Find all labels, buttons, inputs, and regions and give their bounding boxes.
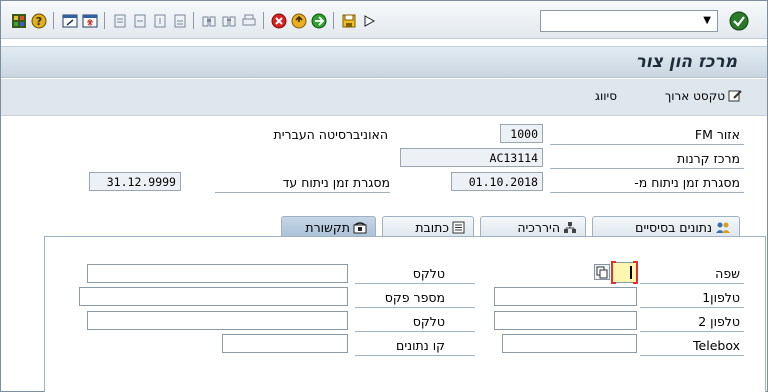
fm-area-text: האוניברסיטה העברית bbox=[273, 127, 388, 142]
telebox-label: Telebox bbox=[693, 338, 740, 353]
toolbar-separator bbox=[193, 12, 194, 29]
execute-icon[interactable] bbox=[360, 12, 377, 29]
back-icon[interactable] bbox=[310, 12, 327, 29]
classification-button[interactable]: סיווג bbox=[595, 89, 617, 103]
first-page-icon[interactable] bbox=[111, 12, 128, 29]
label-underline bbox=[640, 355, 744, 356]
people-icon bbox=[716, 222, 730, 233]
tab-hierarchy-label: היררכיה bbox=[517, 220, 560, 235]
label-underline bbox=[355, 331, 475, 332]
find-icon[interactable] bbox=[200, 12, 217, 29]
data-line-label: קו נתונים bbox=[396, 338, 445, 353]
validity-from-field[interactable]: 01.10.2018 bbox=[451, 172, 543, 191]
tab-communication-label: תקשורת bbox=[305, 220, 350, 235]
find-next-icon[interactable] bbox=[220, 12, 237, 29]
fax-label: מספר פקס bbox=[384, 290, 445, 305]
label-underline bbox=[640, 307, 744, 308]
copy-icon[interactable] bbox=[594, 264, 610, 280]
fax-field[interactable] bbox=[79, 287, 348, 306]
create-session-icon[interactable] bbox=[61, 12, 78, 29]
long-text-label: טקסט ארוך bbox=[664, 89, 725, 103]
telephone2-label: טלפון 2 bbox=[698, 314, 740, 329]
exit-icon[interactable] bbox=[290, 12, 307, 29]
title-bar: מרכז הון צור bbox=[1, 46, 767, 78]
application-toolbar: טקסט ארוך סיווג bbox=[1, 79, 767, 116]
tab-basic-data-label: נתונים בסיסיים bbox=[635, 220, 712, 235]
fm-area-field[interactable]: 1000 bbox=[500, 124, 543, 143]
data-line-field[interactable] bbox=[222, 334, 348, 353]
toolbar-separator bbox=[263, 12, 264, 29]
toolbar-separator bbox=[53, 12, 54, 29]
focus-marker bbox=[633, 261, 638, 284]
tab-communication[interactable]: תקשורת bbox=[281, 216, 376, 238]
language-field[interactable] bbox=[611, 261, 638, 284]
toolbar-separator bbox=[104, 12, 105, 29]
telebox-field[interactable] bbox=[502, 334, 637, 353]
telephone1-label: טלפון1 bbox=[702, 290, 740, 305]
fund-center-field[interactable]: AC13114 bbox=[400, 148, 543, 167]
focus-marker bbox=[611, 261, 616, 284]
next-page-icon[interactable] bbox=[151, 12, 168, 29]
command-field[interactable]: ▼ bbox=[540, 10, 718, 32]
edit-text-icon bbox=[728, 90, 742, 102]
last-page-icon[interactable] bbox=[171, 12, 188, 29]
hierarchy-icon bbox=[564, 222, 576, 233]
telephone1-field[interactable] bbox=[494, 287, 637, 306]
save-icon[interactable] bbox=[340, 12, 357, 29]
tab-address-label: כתובת bbox=[415, 220, 449, 235]
label-underline bbox=[355, 355, 475, 356]
validity-to-label: מסגרת זמן ניתוח עד bbox=[282, 175, 390, 190]
fund-center-label: מרכז קרנות bbox=[676, 151, 740, 166]
classification-label: סיווג bbox=[595, 89, 617, 103]
text-cursor bbox=[630, 266, 632, 279]
label-underline bbox=[640, 331, 744, 332]
layout-icon[interactable] bbox=[10, 12, 27, 29]
svg-text:?: ? bbox=[35, 15, 41, 28]
label-underline bbox=[550, 144, 744, 145]
generate-shortcut-icon[interactable] bbox=[81, 12, 98, 29]
telephone2-field[interactable] bbox=[494, 311, 637, 330]
enter-icon[interactable] bbox=[729, 11, 749, 31]
long-text-button[interactable]: טקסט ארוך bbox=[665, 89, 743, 103]
label-underline bbox=[355, 307, 475, 308]
tab-hierarchy[interactable]: היררכיה bbox=[480, 216, 586, 238]
label-underline bbox=[640, 283, 744, 284]
cancel-icon[interactable] bbox=[270, 12, 287, 29]
system-toolbar: ? ▼ bbox=[1, 1, 767, 39]
tab-basic-data[interactable]: נתונים בסיסיים bbox=[592, 216, 740, 238]
help-icon[interactable]: ? bbox=[30, 12, 47, 29]
label-underline bbox=[550, 192, 744, 193]
label-underline bbox=[550, 168, 744, 169]
previous-page-icon[interactable] bbox=[131, 12, 148, 29]
telex-field-1[interactable] bbox=[87, 264, 348, 283]
label-underline bbox=[215, 192, 390, 193]
label-underline bbox=[355, 283, 475, 284]
validity-to-field[interactable]: 31.12.9999 bbox=[89, 172, 181, 191]
telex-label-2: טלקס bbox=[412, 314, 445, 329]
tab-address[interactable]: כתובת bbox=[382, 216, 474, 238]
document-icon bbox=[452, 221, 465, 234]
print-icon[interactable] bbox=[240, 12, 257, 29]
telex-field-2[interactable] bbox=[87, 311, 348, 330]
telephone-icon bbox=[353, 222, 367, 234]
language-label: שפה bbox=[715, 266, 740, 281]
fm-area-label: אזור FM bbox=[694, 127, 740, 142]
telex-label-1: טלקס bbox=[412, 266, 445, 281]
validity-from-label: מסגרת זמן ניתוח מ- bbox=[634, 175, 740, 190]
toolbar-separator bbox=[333, 12, 334, 29]
page-title: מרכז הון צור bbox=[635, 52, 737, 72]
chevron-down-icon[interactable]: ▼ bbox=[703, 15, 711, 26]
